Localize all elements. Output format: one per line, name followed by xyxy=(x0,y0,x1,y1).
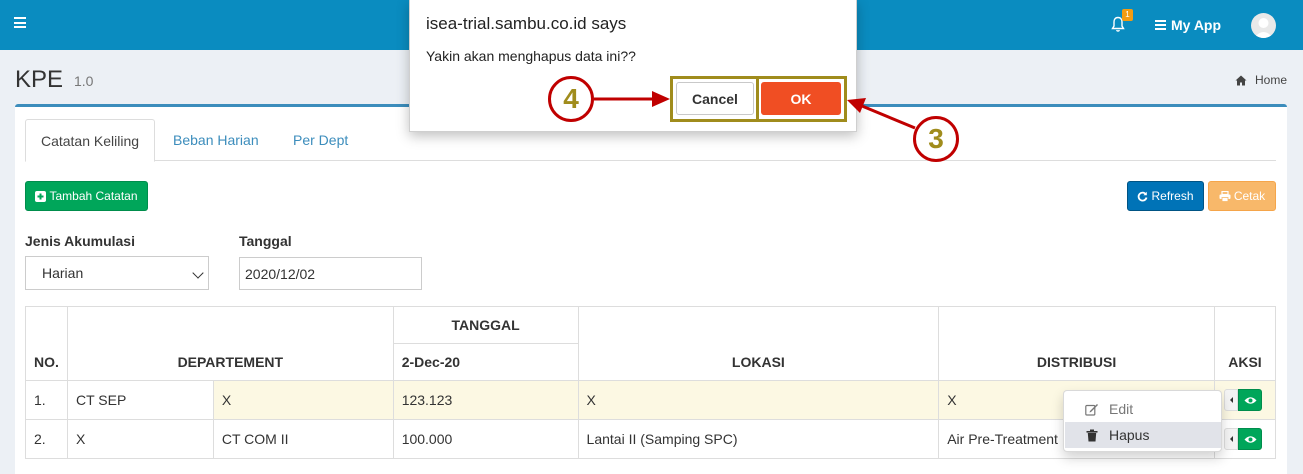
edit-icon xyxy=(1085,403,1098,416)
menu-icon xyxy=(1155,20,1166,30)
dialog-message: Yakin akan menghapus data ini?? xyxy=(426,48,636,64)
user-avatar[interactable] xyxy=(1251,13,1276,38)
chevron-down-icon xyxy=(192,267,204,279)
tab-beban-harian[interactable]: Beban Harian xyxy=(173,119,259,161)
view-button[interactable] xyxy=(1238,389,1262,411)
trash-icon xyxy=(1086,429,1098,441)
home-icon xyxy=(1235,75,1247,85)
eye-icon xyxy=(1244,435,1256,443)
row-action-group xyxy=(1224,428,1262,450)
header-no: NO. xyxy=(25,306,68,381)
page-version: 1.0 xyxy=(74,73,94,89)
tab-catatan-keliling[interactable]: Catatan Keliling xyxy=(25,119,155,162)
refresh-label: Refresh xyxy=(1151,189,1194,203)
header-tanggal-date: 2-Dec-20 xyxy=(392,343,579,381)
page-title: KPE xyxy=(15,66,64,93)
cell-dept: CT SEP xyxy=(66,380,214,420)
header-lokasi: LOKASI xyxy=(577,306,940,381)
cell-no: 2. xyxy=(25,419,68,459)
step-3-marker: 3 xyxy=(913,116,959,162)
refresh-icon xyxy=(1138,191,1148,201)
cell-no: 1. xyxy=(25,380,68,420)
action-dropdown-toggle[interactable] xyxy=(1224,428,1238,450)
caret-left-icon xyxy=(1229,436,1233,442)
header-tanggal-group: TANGGAL xyxy=(392,306,579,344)
print-button[interactable]: Cetak xyxy=(1208,181,1276,211)
breadcrumb-home[interactable]: Home xyxy=(1235,73,1287,87)
action-dropdown-toggle[interactable] xyxy=(1224,389,1238,411)
refresh-button[interactable]: Refresh xyxy=(1127,181,1204,211)
header-departement: DEPARTEMENT xyxy=(66,306,394,381)
edit-menu-label: Edit xyxy=(1109,401,1134,417)
add-record-label: Tambah Catatan xyxy=(49,189,138,203)
notification-badge: 1 xyxy=(1122,9,1133,21)
header-aksi: AKSI xyxy=(1213,306,1277,381)
cell-lokasi: Lantai II (Samping SPC) xyxy=(577,419,940,459)
edit-menu-item[interactable]: Edit xyxy=(1065,396,1221,422)
my-app-label: My App xyxy=(1171,17,1222,33)
row-action-group xyxy=(1224,389,1262,411)
print-icon xyxy=(1219,190,1231,202)
sidebar-toggle-icon[interactable] xyxy=(14,17,26,28)
ok-button[interactable]: OK xyxy=(761,82,841,115)
view-button[interactable] xyxy=(1238,428,1262,450)
cell-value: 123.123 xyxy=(392,380,579,420)
my-app-menu[interactable]: My App xyxy=(1155,17,1221,33)
breadcrumb-home-label: Home xyxy=(1255,73,1288,87)
plus-square-icon xyxy=(35,190,47,202)
tanggal-input[interactable]: 2020/12/02 xyxy=(239,257,422,290)
row-action-menu: Edit Hapus xyxy=(1063,390,1222,452)
add-record-button[interactable]: Tambah Catatan xyxy=(25,181,148,211)
user-icon xyxy=(1254,18,1273,38)
cell-dept: X xyxy=(66,419,214,459)
akumulasi-select[interactable]: Harian xyxy=(25,256,209,290)
tanggal-label: Tanggal xyxy=(239,233,292,249)
header-distribusi: DISTRIBUSI xyxy=(938,306,1215,381)
step-4-marker: 4 xyxy=(548,76,594,122)
cell-subdept: CT COM II xyxy=(212,419,394,459)
cell-subdept: X xyxy=(212,380,394,420)
tab-per-dept[interactable]: Per Dept xyxy=(293,119,348,161)
akumulasi-value: Harian xyxy=(42,265,84,281)
cell-value: 100.000 xyxy=(392,419,579,459)
cell-lokasi: X xyxy=(577,380,940,420)
akumulasi-label: Jenis Akumulasi xyxy=(25,233,135,249)
print-label: Cetak xyxy=(1233,189,1266,203)
cancel-button[interactable]: Cancel xyxy=(676,82,754,115)
eye-icon xyxy=(1244,396,1256,404)
dialog-title: isea-trial.sambu.co.id says xyxy=(426,14,627,33)
delete-menu-label: Hapus xyxy=(1109,427,1150,443)
caret-left-icon xyxy=(1229,397,1233,403)
delete-menu-item[interactable]: Hapus xyxy=(1065,422,1221,448)
